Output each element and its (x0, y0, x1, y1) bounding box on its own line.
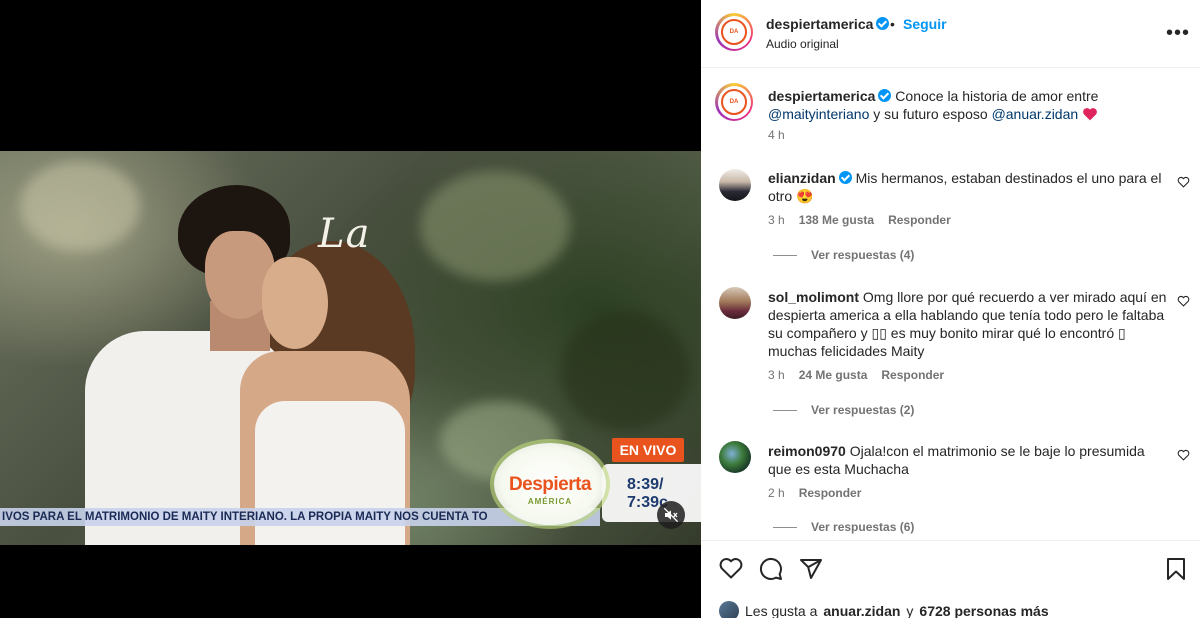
comment-like-heart-icon[interactable] (1177, 295, 1190, 307)
bokeh-light (420, 171, 570, 281)
reply-button[interactable]: Responder (888, 213, 951, 227)
show-logo-text: Despierta (508, 474, 592, 495)
view-replies-label: Ver respuestas (2) (811, 403, 915, 417)
video-script-text: La (318, 211, 371, 257)
brand-logo-icon: DA (721, 19, 747, 45)
comment-timestamp: 2 h (768, 486, 785, 500)
caption-text-2: y su futuro esposo (869, 106, 992, 122)
view-replies-button[interactable]: Ver respuestas (4) (773, 248, 914, 262)
mute-button[interactable] (657, 501, 685, 529)
avatar[interactable] (719, 441, 751, 473)
action-bar: Les gusta a anuar.zidan y 6728 personas … (701, 540, 1200, 618)
like-heart-icon[interactable] (719, 557, 743, 579)
likes-middle: y (906, 603, 914, 618)
reply-button[interactable]: Responder (881, 368, 944, 382)
comment-like-heart-icon[interactable] (1177, 176, 1190, 188)
audio-label[interactable]: Audio original (766, 37, 839, 51)
avatar[interactable]: DA (715, 83, 753, 121)
caption-text-1: Conoce la historia de amor entre (891, 88, 1099, 104)
mention-link[interactable]: @maityinteriano (768, 106, 869, 122)
verified-icon (838, 171, 852, 184)
comment-username[interactable]: reimon0970 (768, 443, 846, 459)
likes-count[interactable]: 6728 personas más (919, 603, 1048, 618)
comment-like-heart-icon[interactable] (1177, 449, 1190, 461)
more-options-icon[interactable]: ••• (1166, 22, 1190, 45)
comment-timestamp: 3 h (768, 368, 785, 382)
bokeh-dark (560, 311, 690, 431)
video-player[interactable]: La EN VIVO 8:39/ 7:39c IVOS PARA EL MATR… (0, 151, 701, 545)
verified-icon (878, 89, 892, 102)
share-paper-plane-icon[interactable] (799, 557, 823, 581)
comment-likes[interactable]: 24 Me gusta (799, 368, 868, 382)
comment-timestamp: 3 h (768, 213, 785, 227)
view-replies-label: Ver respuestas (4) (811, 248, 915, 262)
avatar[interactable] (719, 287, 751, 319)
verified-icon (876, 17, 890, 30)
show-logo-subtext: AMÉRICA (527, 497, 573, 506)
reply-button[interactable]: Responder (799, 486, 862, 500)
comment-username[interactable]: sol_molimont (768, 289, 859, 305)
brand-logo-icon: DA (721, 89, 747, 115)
comment-likes[interactable]: 138 Me gusta (799, 213, 874, 227)
avatar[interactable] (719, 169, 751, 201)
separator-dot: • (890, 16, 895, 32)
header-username[interactable]: despiertamerica (766, 16, 873, 32)
comment-username[interactable]: elianzidan (768, 170, 836, 186)
follow-button[interactable]: Seguir (903, 16, 947, 32)
comment-bubble-icon[interactable] (759, 557, 783, 581)
post-sidebar: DA despiertamerica • Seguir Audio origin… (701, 0, 1200, 618)
caption-username[interactable]: despiertamerica (768, 88, 875, 104)
view-replies-label: Ver respuestas (6) (811, 520, 915, 534)
view-replies-button[interactable]: Ver respuestas (6) (773, 520, 914, 534)
bookmark-icon[interactable] (1165, 557, 1187, 581)
speaker-muted-icon (663, 507, 679, 523)
media-panel: La EN VIVO 8:39/ 7:39c IVOS PARA EL MATR… (0, 0, 701, 618)
view-replies-button[interactable]: Ver respuestas (2) (773, 403, 914, 417)
red-heart-icon (1083, 108, 1097, 121)
woman-face (262, 257, 328, 349)
caption-timestamp: 4 h (768, 128, 785, 142)
mention-link[interactable]: @anuar.zidan (992, 106, 1079, 122)
likes-summary: Les gusta a anuar.zidan y 6728 personas … (719, 601, 1049, 618)
post-header: DA despiertamerica • Seguir Audio origin… (701, 0, 1200, 68)
liker-username[interactable]: anuar.zidan (823, 603, 900, 618)
avatar[interactable]: DA (715, 13, 753, 51)
liker-avatar[interactable] (719, 601, 739, 618)
time-central: 8:39/ (627, 476, 664, 493)
bokeh-light (20, 161, 140, 251)
likes-prefix: Les gusta a (745, 603, 818, 618)
live-badge: EN VIVO (612, 438, 684, 462)
